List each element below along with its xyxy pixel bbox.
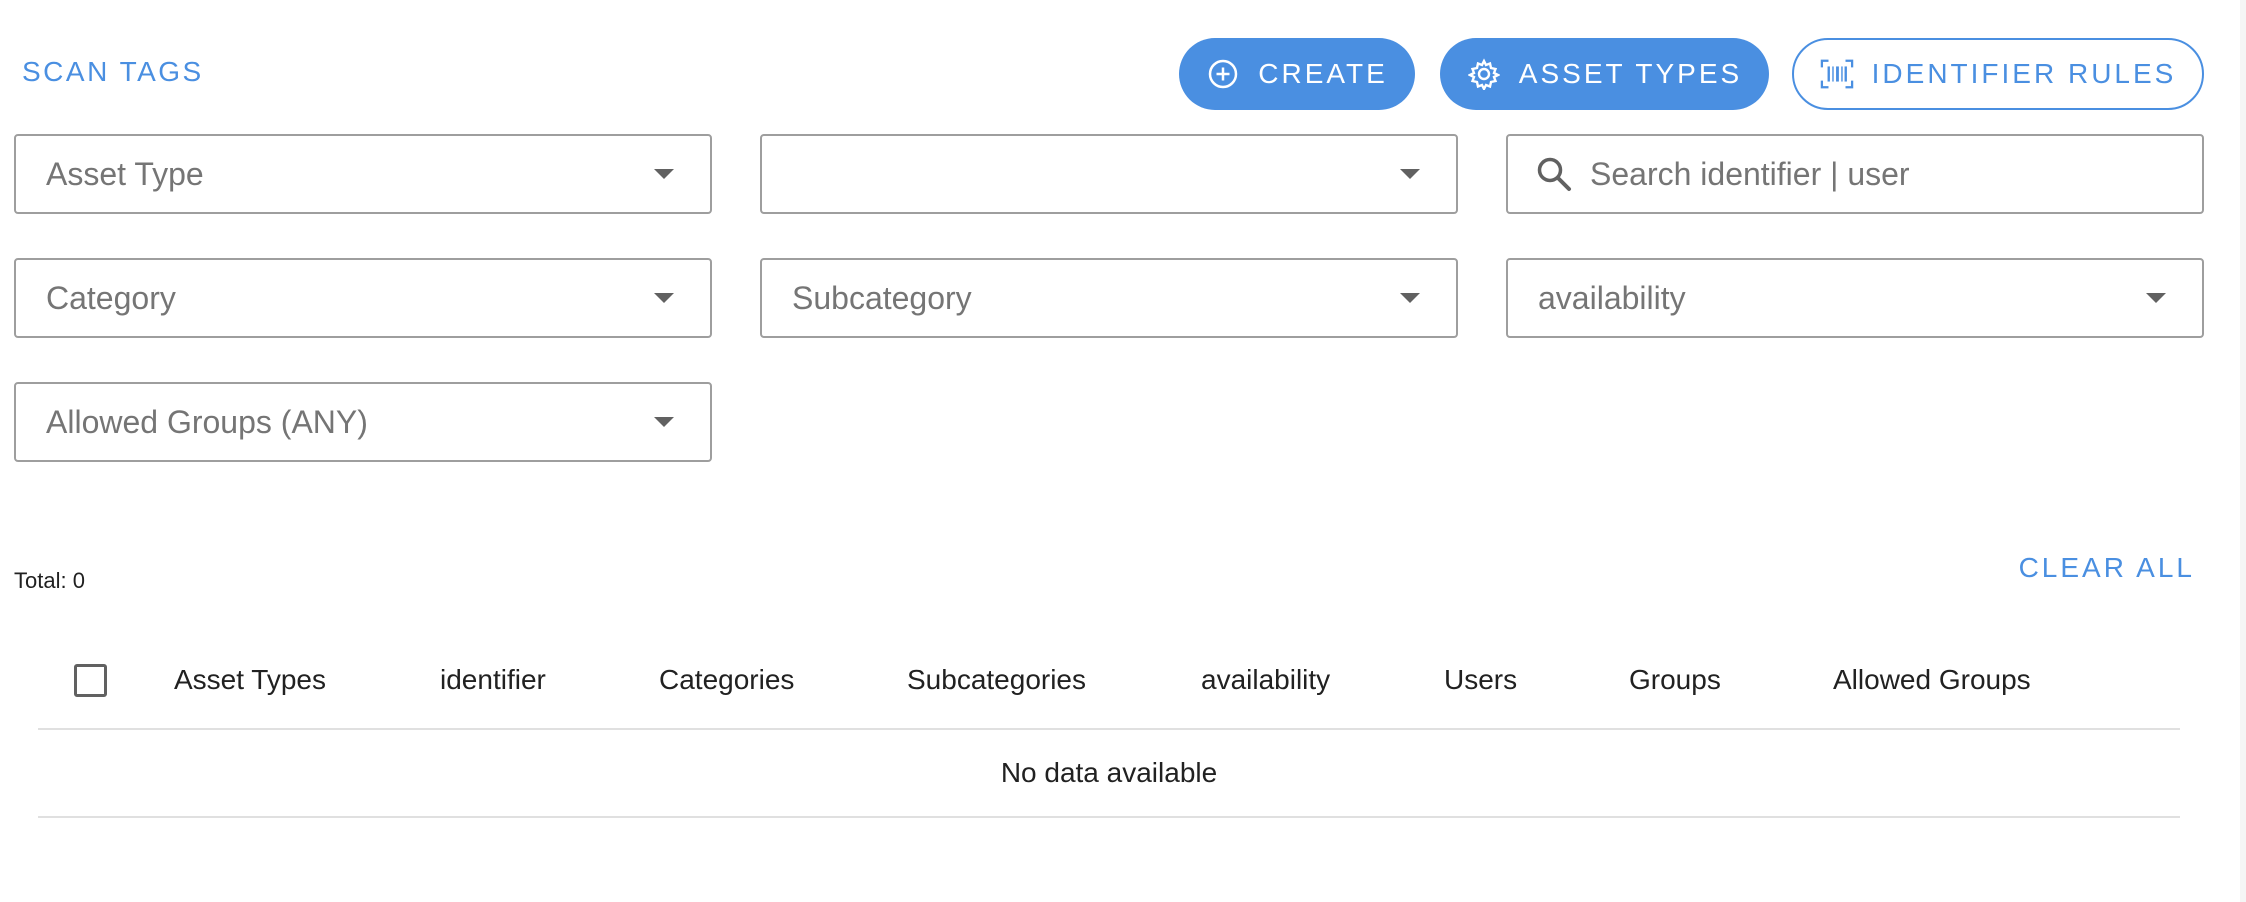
asset-types-button[interactable]: ASSET TYPES bbox=[1440, 38, 1769, 110]
data-table: Asset Types identifier Categories Subcat… bbox=[38, 640, 2180, 818]
table-header: Asset Types identifier Categories Subcat… bbox=[38, 640, 2180, 730]
add-circle-icon bbox=[1206, 57, 1240, 91]
create-button[interactable]: CREATE bbox=[1179, 38, 1415, 110]
search-input-field[interactable] bbox=[1506, 134, 2204, 214]
chevron-down-icon bbox=[1400, 169, 1420, 179]
column-header-users[interactable]: Users bbox=[1444, 664, 1517, 696]
select-all-checkbox[interactable] bbox=[74, 664, 107, 697]
identifier-rules-button[interactable]: IDENTIFIER RULES bbox=[1792, 38, 2204, 110]
allowed-groups-select[interactable]: Allowed Groups (ANY) bbox=[14, 382, 712, 462]
chevron-down-icon bbox=[654, 169, 674, 179]
column-header-availability[interactable]: availability bbox=[1201, 664, 1330, 696]
column-header-subcategories[interactable]: Subcategories bbox=[907, 664, 1086, 696]
barcode-scan-icon bbox=[1820, 57, 1854, 91]
search-input[interactable] bbox=[1590, 155, 2202, 193]
total-count: Total: 0 bbox=[14, 568, 85, 593]
column-header-allowed-groups[interactable]: Allowed Groups bbox=[1833, 664, 2031, 696]
chevron-down-icon bbox=[654, 417, 674, 427]
clear-all-button[interactable]: CLEAR ALL bbox=[2019, 552, 2195, 584]
asset-types-button-label: ASSET TYPES bbox=[1518, 58, 1743, 89]
asset-type-select[interactable]: Asset Type bbox=[14, 134, 712, 214]
availability-select[interactable]: availability bbox=[1506, 258, 2204, 338]
column-header-groups[interactable]: Groups bbox=[1629, 664, 1721, 696]
scrollbar-track[interactable] bbox=[2240, 0, 2246, 902]
unnamed-select[interactable] bbox=[760, 134, 1458, 214]
column-header-categories[interactable]: Categories bbox=[659, 664, 794, 696]
column-header-identifier[interactable]: identifier bbox=[440, 664, 546, 696]
search-icon bbox=[1534, 154, 1574, 194]
availability-select-label: availability bbox=[1538, 279, 1686, 316]
subcategory-select[interactable]: Subcategory bbox=[760, 258, 1458, 338]
chevron-down-icon bbox=[654, 293, 674, 303]
subcategory-select-label: Subcategory bbox=[792, 279, 972, 316]
category-select[interactable]: Category bbox=[14, 258, 712, 338]
chevron-down-icon bbox=[1400, 293, 1420, 303]
scan-tags-button[interactable]: SCAN TAGS bbox=[22, 56, 204, 88]
category-select-label: Category bbox=[46, 279, 176, 316]
allowed-groups-select-label: Allowed Groups (ANY) bbox=[46, 403, 368, 440]
gear-icon bbox=[1467, 57, 1501, 91]
column-header-asset-types[interactable]: Asset Types bbox=[174, 664, 326, 696]
create-button-label: CREATE bbox=[1258, 58, 1388, 89]
empty-state-text: No data available bbox=[1000, 757, 1218, 788]
empty-state-row: No data available bbox=[38, 730, 2180, 818]
asset-type-select-label: Asset Type bbox=[46, 155, 204, 192]
identifier-rules-button-label: IDENTIFIER RULES bbox=[1871, 58, 2177, 89]
chevron-down-icon bbox=[2146, 293, 2166, 303]
